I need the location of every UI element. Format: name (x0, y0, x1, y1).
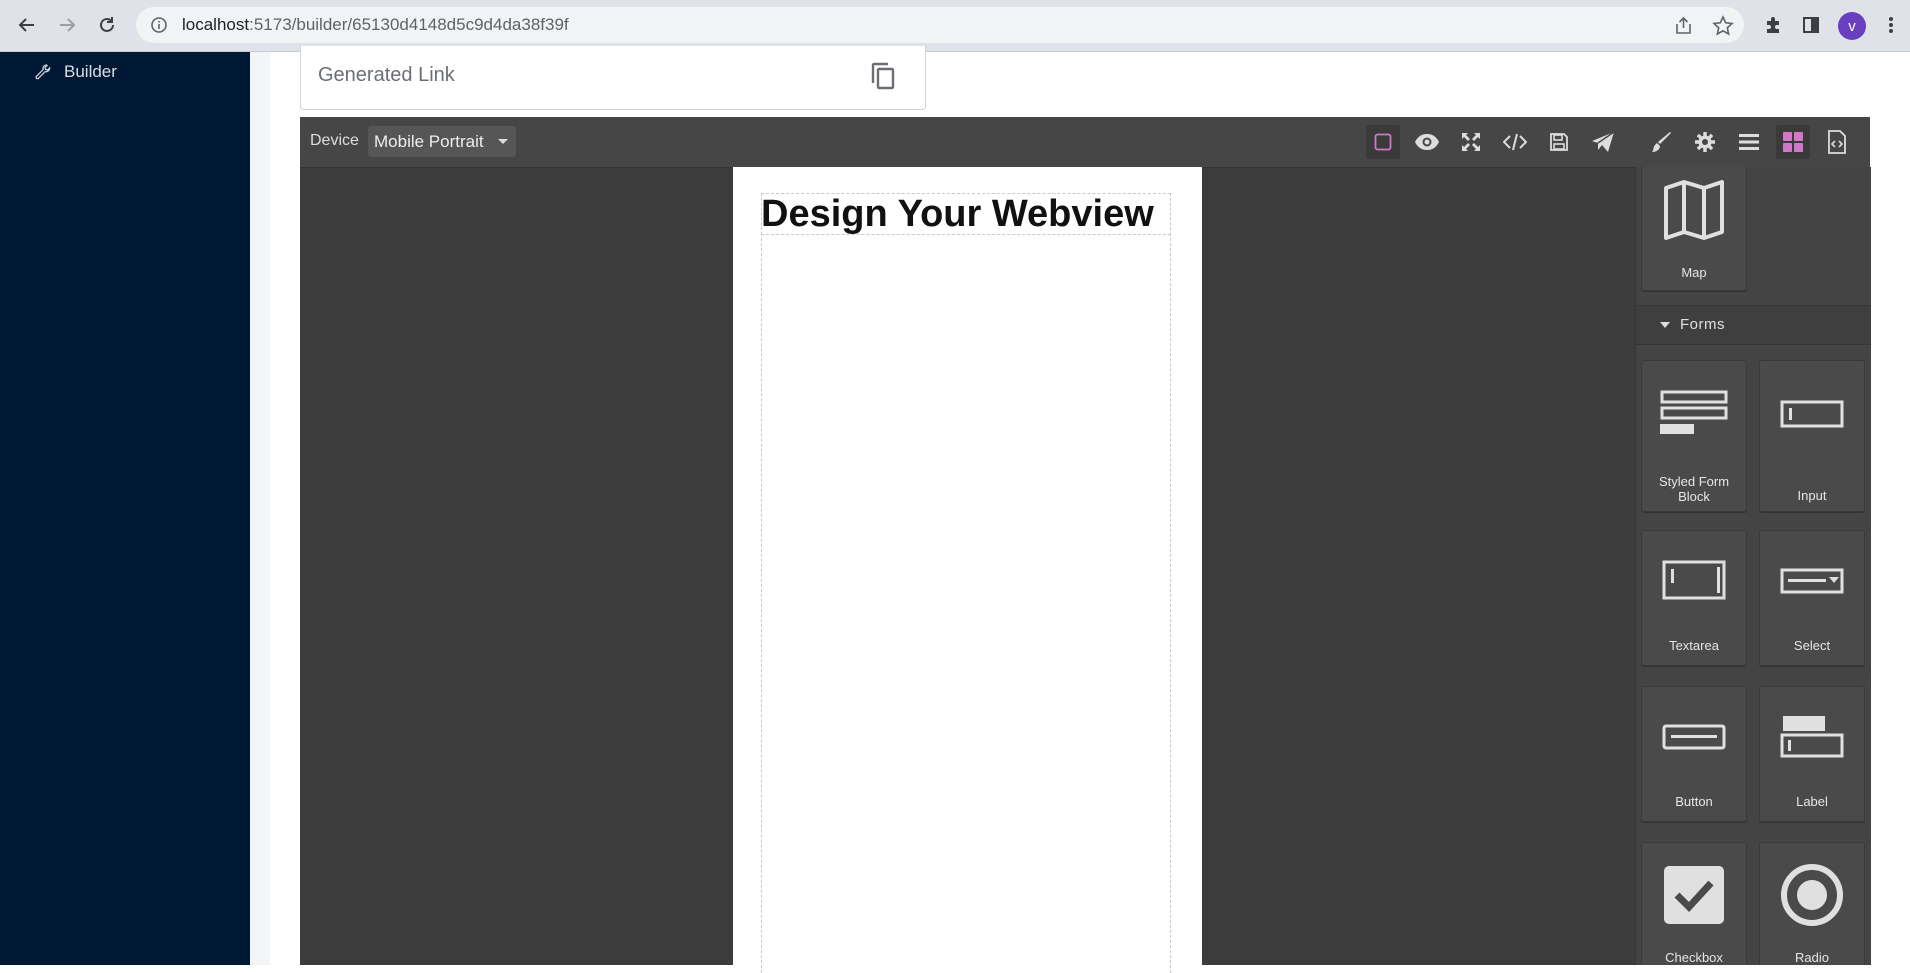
sw-visibility-icon[interactable] (1366, 125, 1400, 159)
radio-icon (1760, 863, 1864, 927)
block-input[interactable]: Input (1759, 360, 1865, 512)
reload-icon[interactable] (94, 12, 120, 38)
send-icon[interactable] (1586, 125, 1620, 159)
block-label: Map (1681, 265, 1707, 280)
device-select[interactable]: Mobile Portrait (368, 126, 516, 157)
input-icon (1760, 399, 1864, 429)
block-label: Styled Form Block (1658, 474, 1730, 504)
extensions-icon[interactable] (1760, 12, 1786, 38)
grapesjs-editor: Device Mobile Portrait Design Your Webvi… (300, 117, 1871, 973)
generated-link-field[interactable]: Generated Link (300, 46, 926, 110)
block-textarea[interactable]: Textarea (1641, 530, 1747, 666)
forward-icon[interactable] (54, 12, 80, 38)
block-button[interactable]: Button (1641, 686, 1747, 822)
block-label: Button (1675, 794, 1713, 809)
block-label-element[interactable]: Label (1759, 686, 1865, 822)
site-info-icon[interactable] (150, 16, 168, 34)
block-checkbox[interactable]: Checkbox (1641, 842, 1747, 965)
canvas-frame[interactable]: Design Your Webview (733, 167, 1202, 973)
body-dashed-outline (761, 233, 1171, 973)
back-icon[interactable] (14, 12, 40, 38)
style-manager-brush-icon[interactable] (1644, 125, 1678, 159)
styled-form-block-icon (1642, 389, 1746, 435)
bookmark-star-icon[interactable] (1712, 15, 1734, 37)
blocks-panel: Map Forms Styled Form Block Input Textar… (1635, 167, 1871, 965)
content-gutter (250, 52, 270, 965)
block-label: Textarea (1669, 638, 1719, 653)
device-select-value: Mobile Portrait (374, 131, 484, 151)
preview-eye-icon[interactable] (1410, 125, 1444, 159)
import-code-icon[interactable] (1820, 125, 1854, 159)
caret-down-icon (1660, 322, 1670, 328)
label-icon (1760, 715, 1864, 759)
fullscreen-icon[interactable] (1454, 125, 1488, 159)
block-label: Input (1797, 488, 1827, 503)
block-label: Select (1793, 638, 1831, 653)
block-select[interactable]: Select (1759, 530, 1865, 666)
browser-toolbar: localhost:5173/builder/65130d4148d5c9d4d… (0, 0, 1910, 52)
block-styled-form[interactable]: Styled Form Block (1641, 360, 1747, 512)
block-map[interactable]: Map (1641, 167, 1747, 291)
editor-topbar: Device Mobile Portrait (300, 117, 1870, 168)
profile-avatar[interactable]: v (1838, 12, 1866, 40)
share-icon[interactable] (1673, 15, 1695, 37)
checkbox-icon (1642, 865, 1746, 925)
button-block-icon (1642, 723, 1746, 751)
block-label: Radio (1795, 950, 1829, 965)
copy-icon[interactable] (867, 60, 899, 92)
address-bar[interactable]: localhost:5173/builder/65130d4148d5c9d4d… (136, 7, 1744, 43)
textarea-icon (1642, 559, 1746, 601)
forms-category-header[interactable]: Forms (1636, 305, 1871, 345)
block-label: Checkbox (1665, 950, 1723, 965)
page-heading[interactable]: Design Your Webview (761, 193, 1154, 235)
block-radio[interactable]: Radio (1759, 842, 1865, 965)
url-path: :5173/builder/65130d4148d5c9d4da38f39f (249, 15, 569, 34)
map-icon (1642, 180, 1746, 240)
sidebar-item-builder[interactable]: Builder (34, 62, 117, 82)
chevron-down-icon (498, 139, 508, 144)
code-icon[interactable] (1498, 125, 1532, 159)
device-label: Device (310, 132, 359, 149)
sidebar: Builder (0, 52, 250, 965)
select-icon (1760, 567, 1864, 595)
heading-component[interactable]: Design Your Webview (761, 193, 1171, 235)
sidebar-item-label: Builder (64, 62, 117, 81)
layer-manager-icon[interactable] (1732, 125, 1766, 159)
settings-gear-icon[interactable] (1688, 125, 1722, 159)
wrench-icon (35, 64, 51, 80)
save-icon[interactable] (1542, 125, 1576, 159)
kebab-menu-icon[interactable] (1878, 12, 1904, 38)
blocks-icon[interactable] (1776, 125, 1810, 159)
forms-category-title: Forms (1680, 316, 1725, 333)
url-host: localhost (182, 15, 250, 34)
generated-link-label: Generated Link (318, 64, 455, 86)
block-label: Label (1796, 794, 1828, 809)
side-panel-icon[interactable] (1798, 12, 1824, 38)
